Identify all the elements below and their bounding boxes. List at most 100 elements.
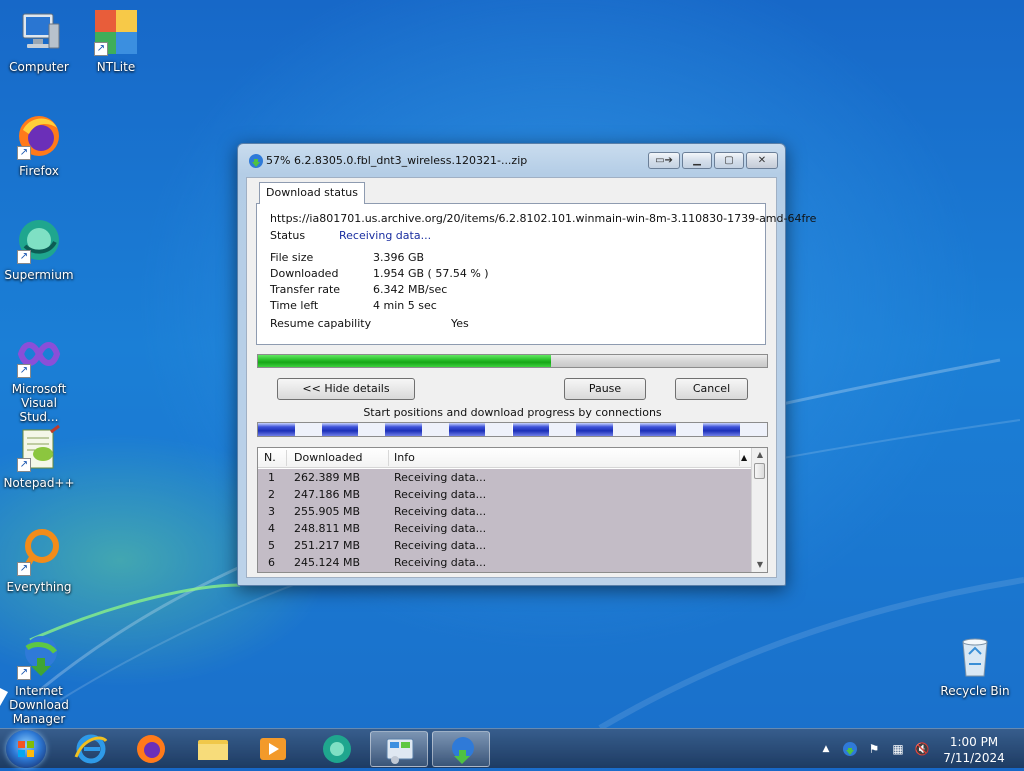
status-panel: https://ia801701.us.archive.org/20/items…	[256, 203, 816, 345]
start-button[interactable]	[6, 730, 46, 768]
table-row[interactable]: 2 247.186 MB Receiving data...	[258, 486, 752, 503]
connection-segment	[703, 423, 767, 436]
column-header-info[interactable]: Info	[394, 451, 415, 464]
downloaded-value: 1.954 GB ( 57.54 % )	[373, 267, 489, 280]
shortcut-arrow-icon: ↗	[17, 562, 31, 576]
desktop-icon-label: Firefox	[19, 164, 59, 178]
url-text: https://ia801701.us.archive.org/20/items…	[270, 212, 817, 225]
resume-capability-label: Resume capability	[270, 317, 372, 330]
desktop-icon-label: NTLite	[96, 60, 136, 74]
table-row[interactable]: 5 251.217 MB Receiving data...	[258, 537, 752, 554]
window-titlebar[interactable]: 57% 6.2.8305.0.fbl_dnt3_wireless.120321-…	[238, 144, 785, 176]
desktop-icon-label: Internet Download Manager	[9, 684, 69, 726]
taskbar-firefox[interactable]	[122, 731, 180, 767]
desktop-icon-label: Supermium	[4, 268, 74, 282]
desktop-icon-recycle-bin[interactable]: Recycle Bin	[937, 632, 1013, 698]
notepadpp-icon: ↗	[15, 424, 63, 472]
supermium-icon	[323, 735, 351, 763]
status-value: Receiving data...	[339, 229, 432, 242]
tab-download-status[interactable]: Download status	[259, 182, 365, 204]
downloaded-label: Downloaded	[270, 267, 339, 280]
table-row[interactable]: 4 248.811 MB Receiving data...	[258, 520, 752, 537]
taskbar-file-explorer[interactable]	[184, 731, 242, 767]
taskbar-internet-explorer[interactable]	[62, 731, 120, 767]
column-header-number[interactable]: N.	[264, 451, 276, 464]
download-progress-fill	[258, 355, 551, 367]
show-hidden-icons-icon[interactable]: ▲	[818, 741, 834, 757]
hide-details-button[interactable]: << Hide details	[277, 378, 415, 400]
row-info: Receiving data...	[394, 488, 487, 501]
connection-segment	[512, 423, 577, 436]
table-body: 1 262.389 MB Receiving data... 2 247.186…	[258, 469, 752, 572]
row-number: 1	[268, 471, 275, 484]
minimize-icon: ▁	[693, 155, 701, 166]
desktop-icon-visual-studio[interactable]: ↗ Microsoft Visual Stud...	[1, 330, 77, 424]
scroll-down-icon[interactable]: ▼	[752, 558, 767, 572]
mouse-cursor-icon	[0, 688, 8, 706]
row-downloaded: 255.905 MB	[294, 505, 361, 518]
scroll-up-icon[interactable]: ▲	[752, 448, 767, 462]
clock-time: 1:00 PM	[949, 735, 999, 749]
desktop-icon-label: Computer	[9, 60, 69, 74]
desktop-icon-label: Everything	[6, 580, 72, 594]
taskbar-control-panel[interactable]	[370, 731, 428, 767]
close-button[interactable]: ✕	[746, 152, 778, 169]
table-row[interactable]: 3 255.905 MB Receiving data...	[258, 503, 752, 520]
volume-muted-icon[interactable]: 🔇	[914, 741, 930, 757]
connections-caption: Start positions and download progress by…	[363, 406, 662, 419]
minimize-button[interactable]: ▁	[682, 152, 712, 169]
download-window[interactable]: 57% 6.2.8305.0.fbl_dnt3_wireless.120321-…	[237, 143, 816, 586]
transfer-rate-label: Transfer rate	[270, 283, 341, 296]
shortcut-arrow-icon: ↗	[17, 458, 31, 472]
time-left-label: Time left	[270, 299, 319, 312]
network-icon[interactable]: ▦	[890, 741, 906, 757]
table-scrollbar[interactable]: ▲ ▼	[751, 448, 767, 572]
row-number: 5	[268, 539, 275, 552]
desktop-icon-supermium[interactable]: ↗ Supermium	[1, 216, 77, 282]
ntlite-icon: ↗	[92, 8, 140, 56]
action-center-flag-icon[interactable]: ⚑	[866, 741, 882, 757]
row-downloaded: 262.389 MB	[294, 471, 361, 484]
taskbar-idm[interactable]	[432, 731, 490, 767]
desktop-icon-ntlite[interactable]: ↗ NTLite	[78, 8, 154, 74]
desktop-icon-computer[interactable]: Computer	[1, 8, 77, 74]
shortcut-arrow-icon: ↗	[17, 146, 31, 160]
row-info: Receiving data...	[394, 556, 487, 569]
time-left-value: 4 min 5 sec	[373, 299, 437, 312]
desktop-icon-everything[interactable]: ↗ Everything	[1, 528, 77, 594]
windows-logo-icon	[18, 741, 34, 757]
window-client: Download status https://ia801701.us.arch…	[246, 177, 816, 578]
desktop-icon-label: Notepad++	[3, 476, 75, 490]
connection-segment	[321, 423, 386, 436]
transfer-rate-value: 6.342 MB/sec	[373, 283, 448, 296]
visual-studio-icon: ↗	[15, 330, 63, 378]
shortcut-arrow-icon: ↗	[17, 250, 31, 264]
column-header-downloaded[interactable]: Downloaded	[294, 451, 362, 464]
cancel-button[interactable]: Cancel	[675, 378, 748, 400]
minimize-to-tray-button[interactable]: ▭➔	[648, 152, 680, 169]
column-separator	[286, 450, 287, 466]
table-row[interactable]: 6 245.124 MB Receiving data...	[258, 554, 752, 571]
connections-table[interactable]: N. Downloaded Info ▲ 1 262.389 MB Receiv…	[257, 447, 768, 573]
row-downloaded: 245.124 MB	[294, 556, 361, 569]
maximize-button[interactable]: ▢	[714, 152, 744, 169]
taskbar: ▲ ⚑ ▦ 🔇 1:00 PM 7/11/2024	[0, 728, 1024, 768]
desktop-icon-firefox[interactable]: ↗ Firefox	[1, 112, 77, 178]
row-downloaded: 251.217 MB	[294, 539, 361, 552]
scroll-thumb[interactable]	[754, 463, 765, 479]
status-label: Status	[270, 229, 306, 242]
idm-tray-icon[interactable]	[842, 741, 858, 757]
clock[interactable]: 1:00 PM 7/11/2024	[940, 734, 1008, 766]
table-row[interactable]: 1 262.389 MB Receiving data...	[258, 469, 752, 486]
taskbar-media-player[interactable]	[244, 731, 302, 767]
desktop-icon-idm[interactable]: ↗ Internet Download Manager	[1, 632, 77, 726]
file-explorer-icon	[198, 740, 228, 760]
idm-icon	[248, 153, 264, 169]
row-number: 6	[268, 556, 275, 569]
arrow-right-icon: ▭➔	[655, 155, 673, 166]
table-header: N. Downloaded Info ▲	[258, 448, 752, 468]
pause-button[interactable]: Pause	[564, 378, 646, 400]
taskbar-supermium[interactable]	[308, 731, 366, 767]
desktop-icon-notepadpp[interactable]: ↗ Notepad++	[1, 424, 77, 490]
control-panel-icon	[386, 738, 414, 764]
